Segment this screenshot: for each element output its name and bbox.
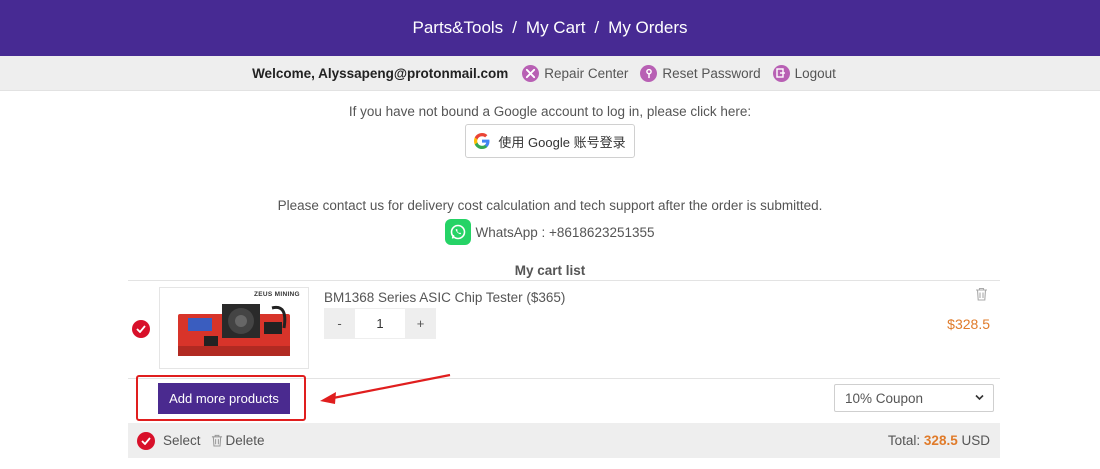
cart-actions: Add more products 10% Coupon [128,373,1000,423]
google-login-label: 使用 Google 账号登录 [498,134,626,150]
add-more-products-button[interactable]: Add more products [158,383,290,414]
product-image[interactable]: ZEUS MINING [159,287,309,369]
brand-label: ZEUS MINING [254,291,300,298]
trash-icon[interactable] [975,287,988,306]
select-all-checkbox[interactable] [137,431,155,450]
quantity-increase-button[interactable]: + [405,308,436,339]
google-hint: If you have not bound a Google account t… [348,104,752,119]
google-icon [474,133,490,149]
total-label: Total: [887,433,921,448]
nav-my-orders[interactable]: My Orders [608,18,687,38]
cart-total: Total: 328.5 USD [888,433,990,448]
cart-footer: Select Delete Total: 328.5 USD [128,423,1000,458]
logout-icon [772,64,790,82]
delivery-note: Please contact us for delivery cost calc… [277,198,823,213]
whatsapp-contact[interactable]: WhatsApp : +8618623251355 [0,219,1100,245]
logout-link[interactable]: Logout [772,64,836,82]
nav-my-cart[interactable]: My Cart [526,18,586,38]
item-select-checkbox[interactable] [132,320,150,338]
nav-separator: / [512,18,517,37]
coupon-selected: 10% Coupon [845,390,924,406]
nav-parts-tools[interactable]: Parts&Tools [412,18,503,38]
chevron-down-icon [975,394,984,401]
cart-item: ZEUS MINING BM1368 Series ASIC Chip Test… [128,281,1000,378]
cart-list-title: My cart list [514,263,586,278]
quantity-decrease-button[interactable]: - [324,308,355,339]
whatsapp-number: WhatsApp : +8618623251355 [475,224,655,240]
top-nav: Parts&Tools / My Cart / My Orders [0,0,1100,56]
select-label[interactable]: Select [163,433,201,448]
key-icon [640,64,658,82]
welcome-text: Welcome, Alyssapeng@protonmail.com [252,65,509,81]
quantity-stepper: - 1 + [324,308,436,339]
total-currency: USD [961,433,990,448]
annotation-arrow [320,373,451,404]
total-value: 328.5 [923,433,958,448]
item-price: $328.5 [947,316,990,332]
nav-separator: / [594,18,600,37]
delete-button[interactable]: Delete [211,433,265,448]
google-login-button[interactable]: 使用 Google 账号登录 [465,124,635,158]
reset-password-link[interactable]: Reset Password [640,64,761,82]
cart-list: ZEUS MINING BM1368 Series ASIC Chip Test… [128,280,1000,458]
whatsapp-icon [445,219,472,245]
product-name[interactable]: BM1368 Series ASIC Chip Tester ($365) [324,290,565,305]
check-icon [141,436,151,445]
logout-label: Logout [794,65,836,81]
reset-password-label: Reset Password [662,65,761,81]
check-icon [136,325,146,333]
user-bar: Welcome, Alyssapeng@protonmail.com Repai… [0,56,1100,91]
wrench-icon [522,64,540,82]
coupon-select[interactable]: 10% Coupon [834,384,994,412]
repair-center-link[interactable]: Repair Center [522,64,629,82]
repair-center-label: Repair Center [544,65,629,81]
trash-icon [211,434,222,447]
delete-label: Delete [225,433,265,448]
quantity-input[interactable]: 1 [355,308,405,339]
